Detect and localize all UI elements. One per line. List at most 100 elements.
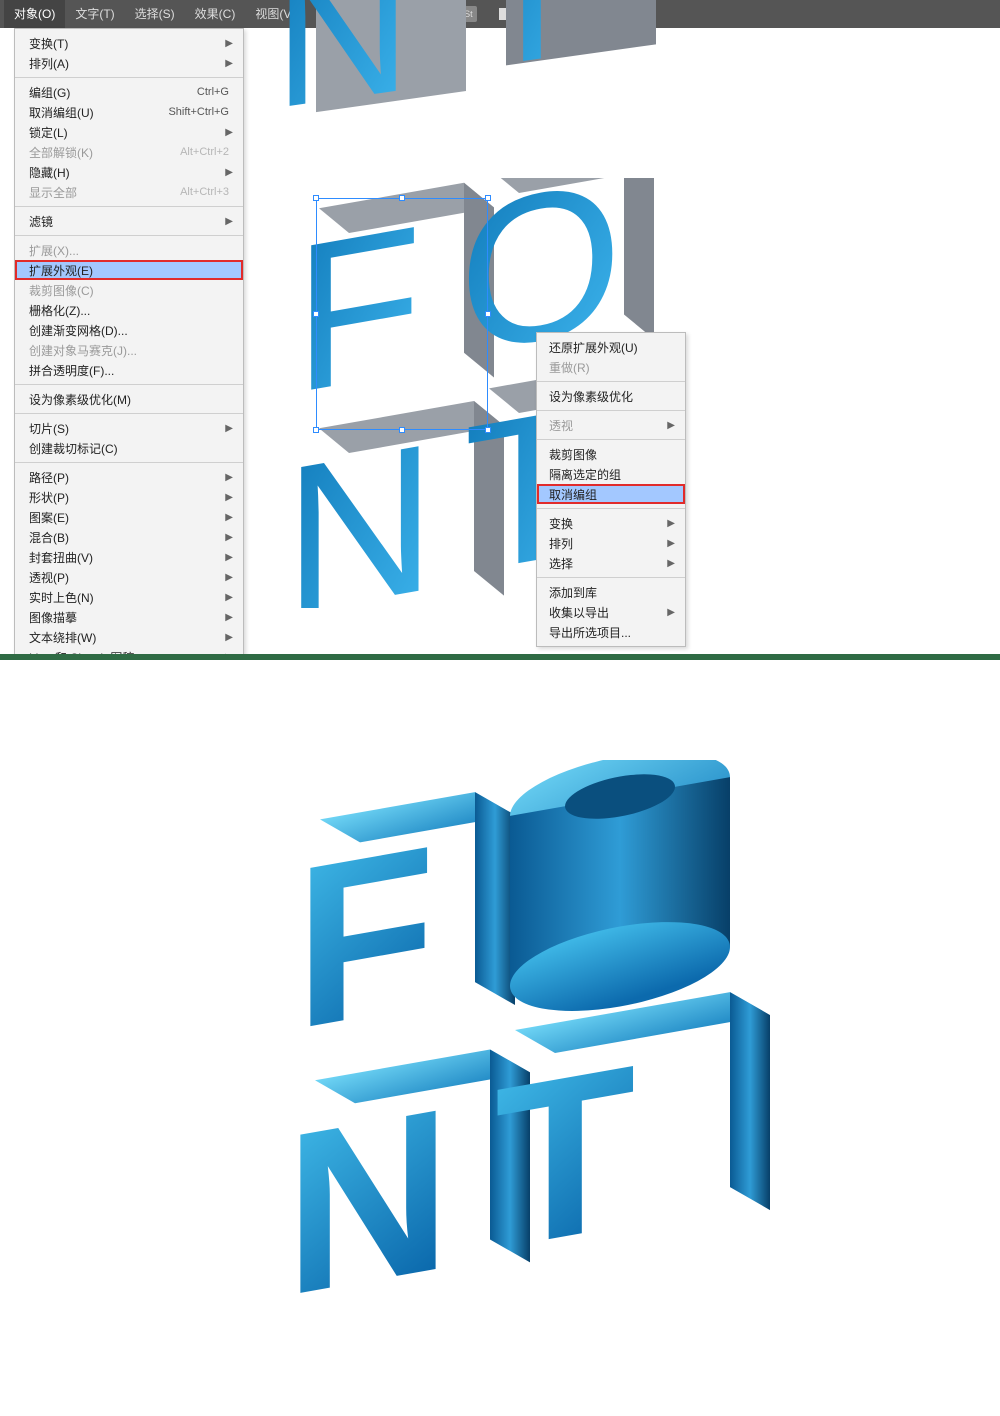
chevron-right-icon: ▶ — [225, 632, 233, 643]
menu-item-label: 裁剪图像 — [549, 446, 597, 463]
object-menu-item[interactable]: 锁定(L)▶ — [15, 122, 243, 142]
selection-handle[interactable] — [485, 311, 491, 317]
context-menu-item[interactable]: 排列▶ — [537, 533, 685, 553]
object-menu-item: 全部解锁(K)Alt+Ctrl+2 — [15, 142, 243, 162]
menu-item-label: 切片(S) — [29, 420, 229, 437]
context-menu-item[interactable]: 隔离选定的组 — [537, 464, 685, 484]
svg-text:T: T — [474, 0, 590, 109]
selection-handle[interactable] — [313, 195, 319, 201]
menu-效果[interactable]: 效果(C) — [185, 0, 246, 28]
menu-item-shortcut: Alt+Ctrl+2 — [180, 146, 229, 158]
selection-handle[interactable] — [399, 195, 405, 201]
menu-item-label: 编组(G) — [29, 84, 197, 101]
menu-item-label: 收集以导出 — [549, 604, 609, 621]
object-menu-item[interactable]: 隐藏(H)▶ — [15, 162, 243, 182]
menu-item-label: 排列(A) — [29, 55, 229, 72]
object-menu-item[interactable]: 拼合透明度(F)... — [15, 360, 243, 380]
context-menu-item[interactable]: 添加到库 — [537, 582, 685, 602]
object-menu-item[interactable]: 编组(G)Ctrl+G — [15, 82, 243, 102]
object-menu-item[interactable]: 形状(P)▶ — [15, 487, 243, 507]
chevron-right-icon: ▶ — [667, 538, 675, 549]
object-menu-item[interactable]: 图案(E)▶ — [15, 507, 243, 527]
object-menu-item[interactable]: 路径(P)▶ — [15, 467, 243, 487]
illustrator-screenshot: 对象(O)文字(T)选择(S)效果(C)视图(V)窗口(W)帮助(H) Br S… — [0, 0, 1000, 660]
selection-handle[interactable] — [399, 427, 405, 433]
menu-item-label: 封套扭曲(V) — [29, 549, 229, 566]
object-menu-item[interactable]: 文本绕排(W)▶ — [15, 627, 243, 647]
chevron-right-icon: ▶ — [225, 572, 233, 583]
menu-item-label: 创建渐变网格(D)... — [29, 322, 229, 339]
menu-文字[interactable]: 文字(T) — [65, 0, 124, 28]
menu-item-label: 栅格化(Z)... — [29, 302, 229, 319]
context-menu-item[interactable]: 设为像素级优化 — [537, 386, 685, 406]
svg-text:T: T — [495, 1016, 635, 1298]
menu-item-label: 全部解锁(K) — [29, 144, 180, 161]
rendered-3d-artwork: F N T — [0, 660, 1000, 1380]
object-menu-item[interactable]: 图像描摹▶ — [15, 607, 243, 627]
object-menu-item[interactable]: 取消编组(U)Shift+Ctrl+G — [15, 102, 243, 122]
svg-text:F: F — [295, 797, 435, 1079]
menu-item-label: 变换(T) — [29, 35, 229, 52]
selection-handle[interactable] — [313, 311, 319, 317]
chevron-right-icon: ▶ — [225, 592, 233, 603]
menu-item-label: 还原扩展外观(U) — [549, 339, 638, 356]
object-menu-item[interactable]: 创建渐变网格(D)... — [15, 320, 243, 340]
menu-item-label: 选择 — [549, 555, 573, 572]
menu-item-label: 添加到库 — [549, 584, 597, 601]
object-menu-item: 显示全部Alt+Ctrl+3 — [15, 182, 243, 202]
object-menu-item[interactable]: Line 和 Sketch 图稿▶ — [15, 647, 243, 660]
object-menu-dropdown: 变换(T)▶排列(A)▶编组(G)Ctrl+G取消编组(U)Shift+Ctrl… — [14, 28, 244, 660]
context-menu-item[interactable]: 还原扩展外观(U) — [537, 337, 685, 357]
object-menu-item: 创建对象马赛克(J)... — [15, 340, 243, 360]
menu-item-label: 拼合透明度(F)... — [29, 362, 229, 379]
object-menu-item[interactable]: 创建裁切标记(C) — [15, 438, 243, 458]
menu-item-label: 设为像素级优化 — [549, 388, 633, 405]
object-menu-item[interactable]: 实时上色(N)▶ — [15, 587, 243, 607]
menu-item-label: 扩展外观(E) — [29, 262, 229, 279]
context-menu-item: 透视▶ — [537, 415, 685, 435]
context-menu-item[interactable]: 收集以导出▶ — [537, 602, 685, 622]
chevron-right-icon: ▶ — [667, 558, 675, 569]
context-menu-item[interactable]: 选择 ▶ — [537, 553, 685, 573]
menu-item-label: 裁剪图像(C) — [29, 282, 229, 299]
menu-item-label: 创建对象马赛克(J)... — [29, 342, 229, 359]
context-menu-item[interactable]: 导出所选项目... — [537, 622, 685, 642]
object-menu-item[interactable]: 设为像素级优化(M) — [15, 389, 243, 409]
menu-item-label: 隐藏(H) — [29, 164, 229, 181]
selection-handle[interactable] — [313, 427, 319, 433]
selection-bounds[interactable] — [316, 198, 488, 430]
object-menu-item[interactable]: 切片(S)▶ — [15, 418, 243, 438]
selection-handle[interactable] — [485, 427, 491, 433]
object-menu-item[interactable]: 透视(P)▶ — [15, 567, 243, 587]
menu-item-label: 滤镜 — [29, 213, 229, 230]
object-menu-item[interactable]: 排列(A)▶ — [15, 53, 243, 73]
menu-item-label: Line 和 Sketch 图稿 — [29, 649, 229, 661]
chevron-right-icon: ▶ — [225, 127, 233, 138]
chevron-right-icon: ▶ — [225, 38, 233, 49]
menu-item-label: 隔离选定的组 — [549, 466, 621, 483]
selection-handle[interactable] — [485, 195, 491, 201]
menu-item-label: 图像描摹 — [29, 609, 229, 626]
menu-item-label: 设为像素级优化(M) — [29, 391, 229, 408]
object-menu-item: 裁剪图像(C) — [15, 280, 243, 300]
object-menu-item[interactable]: 栅格化(Z)... — [15, 300, 243, 320]
menu-item-label: 变换 — [549, 515, 573, 532]
context-menu-item[interactable]: 裁剪图像 — [537, 444, 685, 464]
object-menu-item[interactable]: 混合(B)▶ — [15, 527, 243, 547]
context-menu: 还原扩展外观(U)重做(R)设为像素级优化透视▶裁剪图像隔离选定的组取消编组变换… — [536, 332, 686, 647]
menu-item-label: 图案(E) — [29, 509, 229, 526]
object-menu-item[interactable]: 扩展外观(E) — [15, 260, 243, 280]
chevron-right-icon: ▶ — [225, 532, 233, 543]
chevron-right-icon: ▶ — [225, 167, 233, 178]
context-menu-item[interactable]: 取消编组 — [537, 484, 685, 504]
object-menu-item[interactable]: 封套扭曲(V)▶ — [15, 547, 243, 567]
chevron-right-icon: ▶ — [225, 512, 233, 523]
object-menu-item[interactable]: 变换(T)▶ — [15, 33, 243, 53]
object-menu-item[interactable]: 滤镜▶ — [15, 211, 243, 231]
menu-item-label: 导出所选项目... — [549, 624, 631, 641]
menu-选择[interactable]: 选择(S) — [125, 0, 185, 28]
context-menu-item[interactable]: 变换▶ — [537, 513, 685, 533]
menu-item-shortcut: Alt+Ctrl+3 — [180, 186, 229, 198]
menu-对象[interactable]: 对象(O) — [4, 0, 65, 28]
menu-item-label: 取消编组(U) — [29, 104, 168, 121]
